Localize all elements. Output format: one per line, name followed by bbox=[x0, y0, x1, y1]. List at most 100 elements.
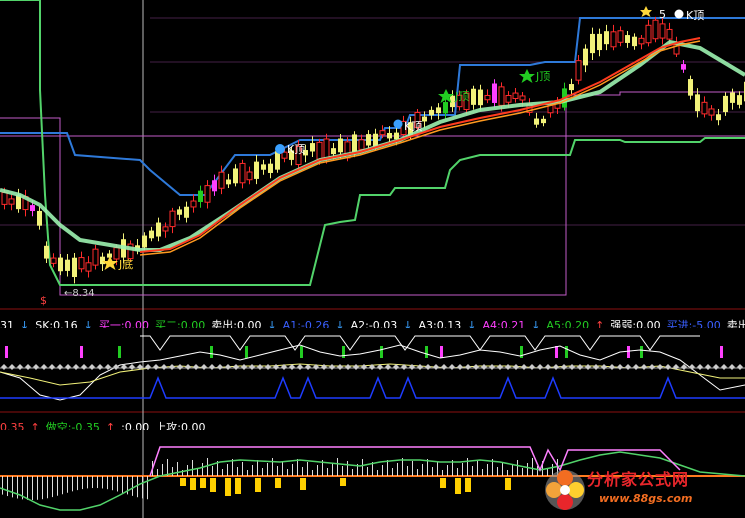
signal-label: J顶 bbox=[535, 70, 550, 83]
candle-body bbox=[695, 94, 700, 112]
indicator-bar bbox=[392, 468, 393, 476]
candle-body bbox=[162, 226, 169, 232]
indicator-bar bbox=[442, 470, 443, 476]
indicator-bar bbox=[57, 476, 58, 496]
candle-body bbox=[78, 257, 85, 270]
indicator-bar bbox=[412, 461, 413, 476]
candle-body bbox=[246, 171, 253, 181]
indicator-diamond-marker bbox=[433, 364, 439, 370]
indicator-bar bbox=[255, 478, 261, 492]
candle-body bbox=[575, 60, 582, 81]
indicator-bar bbox=[312, 470, 313, 476]
candle-body bbox=[617, 30, 624, 43]
candle-body bbox=[498, 86, 505, 106]
marker-dollar-label: $ bbox=[40, 294, 47, 307]
chart-canvas[interactable]: $ ←8.34 J底 K顶 J顶 K顶 J顶 5 K顶 bbox=[0, 0, 745, 518]
candle-body bbox=[519, 95, 526, 101]
candle-body bbox=[316, 141, 323, 160]
indicator-bar bbox=[190, 478, 196, 490]
indicator-bar bbox=[432, 467, 433, 476]
indicator-bar bbox=[67, 476, 68, 493]
indicator-bar bbox=[32, 476, 33, 500]
indicator-diamond-marker bbox=[537, 364, 543, 370]
indicator-diamond-marker bbox=[705, 364, 711, 370]
indicator-diamond-marker bbox=[49, 364, 55, 370]
indicator-diamond-marker bbox=[321, 364, 327, 370]
indicator-value: A1:-0.26 bbox=[282, 319, 330, 328]
candle-body bbox=[597, 33, 602, 51]
indicator-panel-1-values: 31 ↓ SK:0.16 ↓ 买一:0.00 买二:0.00 卖出:0.00 ↓ A1:-0.2… bbox=[0, 314, 745, 328]
indicator-diamond-marker bbox=[665, 364, 671, 370]
indicator-value: ↓ bbox=[83, 319, 93, 328]
indicator-diamond-marker bbox=[41, 364, 47, 370]
candle-body bbox=[610, 31, 617, 48]
indicator-diamond-marker bbox=[641, 364, 647, 370]
indicator-diamond-marker bbox=[233, 364, 239, 370]
candle-body bbox=[190, 200, 197, 208]
indicator-bar bbox=[517, 460, 518, 476]
candle-body bbox=[625, 35, 630, 43]
candle-body bbox=[681, 64, 686, 70]
indicator-bar bbox=[210, 478, 216, 492]
indicator-bar bbox=[5, 346, 8, 358]
candle-body bbox=[730, 92, 735, 103]
candle-body bbox=[666, 28, 673, 40]
indicator-bar bbox=[512, 465, 513, 476]
dot-icon bbox=[674, 9, 684, 19]
indicator-diamond-marker bbox=[545, 364, 551, 370]
indicator-bar bbox=[157, 469, 158, 476]
indicator-diamond-marker bbox=[593, 364, 599, 370]
indicator-bar bbox=[87, 476, 88, 489]
indicator-value: 买二:0.00 bbox=[155, 319, 206, 328]
indicator-diamond-marker bbox=[201, 364, 207, 370]
indicator-bar bbox=[122, 476, 123, 493]
indicator-bar bbox=[437, 462, 438, 476]
indicator-bar bbox=[37, 476, 38, 500]
indicator-bar bbox=[447, 465, 448, 476]
candle-body bbox=[92, 248, 99, 266]
candle-body bbox=[331, 148, 336, 155]
indicator-bar bbox=[327, 468, 328, 476]
indicator-bar bbox=[225, 478, 231, 496]
indicator-diamond-marker bbox=[73, 364, 79, 370]
indicator-diamond-marker bbox=[273, 364, 279, 370]
indicator-bar bbox=[427, 459, 428, 476]
indicator-bar bbox=[555, 346, 558, 358]
candle-body bbox=[484, 94, 491, 101]
indicator-bar bbox=[77, 476, 78, 491]
indicator-bar bbox=[232, 459, 233, 476]
candle-body bbox=[701, 101, 708, 115]
indicator-diamond-marker bbox=[185, 364, 191, 370]
candle-body bbox=[688, 79, 693, 96]
indicator-bar bbox=[342, 466, 343, 476]
candle-body bbox=[443, 102, 448, 114]
moving-averages bbox=[0, 37, 745, 256]
indicator-bar bbox=[380, 346, 383, 358]
indicator-diamond-marker bbox=[97, 364, 103, 370]
indicator-diamond-marker bbox=[169, 364, 175, 370]
indicator-diamond-marker bbox=[489, 364, 495, 370]
indicator-diamond-marker bbox=[65, 364, 71, 370]
candle-body bbox=[716, 114, 721, 121]
candle-body bbox=[471, 88, 476, 105]
indicator-value: ↓ bbox=[20, 319, 30, 328]
indicator-bar bbox=[382, 465, 383, 476]
indicator-bar bbox=[118, 346, 121, 358]
signal-label: J顶 bbox=[454, 90, 469, 103]
indicator-bar bbox=[222, 469, 223, 476]
indicator-diamond-marker bbox=[265, 364, 271, 370]
indicator-bar bbox=[7, 476, 8, 497]
candle-body bbox=[352, 134, 357, 153]
indicator-bar bbox=[300, 346, 303, 358]
indicator-bar bbox=[502, 462, 503, 476]
indicator-bar bbox=[532, 458, 533, 476]
candle-body bbox=[204, 185, 211, 203]
candle-body bbox=[366, 134, 371, 146]
indicator-bar bbox=[397, 463, 398, 476]
indicator-bar bbox=[352, 469, 353, 476]
candle-body bbox=[212, 180, 217, 192]
indicator-diamond-marker bbox=[57, 364, 63, 370]
indicator-value: A4:0.21 bbox=[482, 319, 526, 328]
indicator-bar bbox=[275, 478, 281, 488]
candle-body bbox=[737, 95, 742, 105]
